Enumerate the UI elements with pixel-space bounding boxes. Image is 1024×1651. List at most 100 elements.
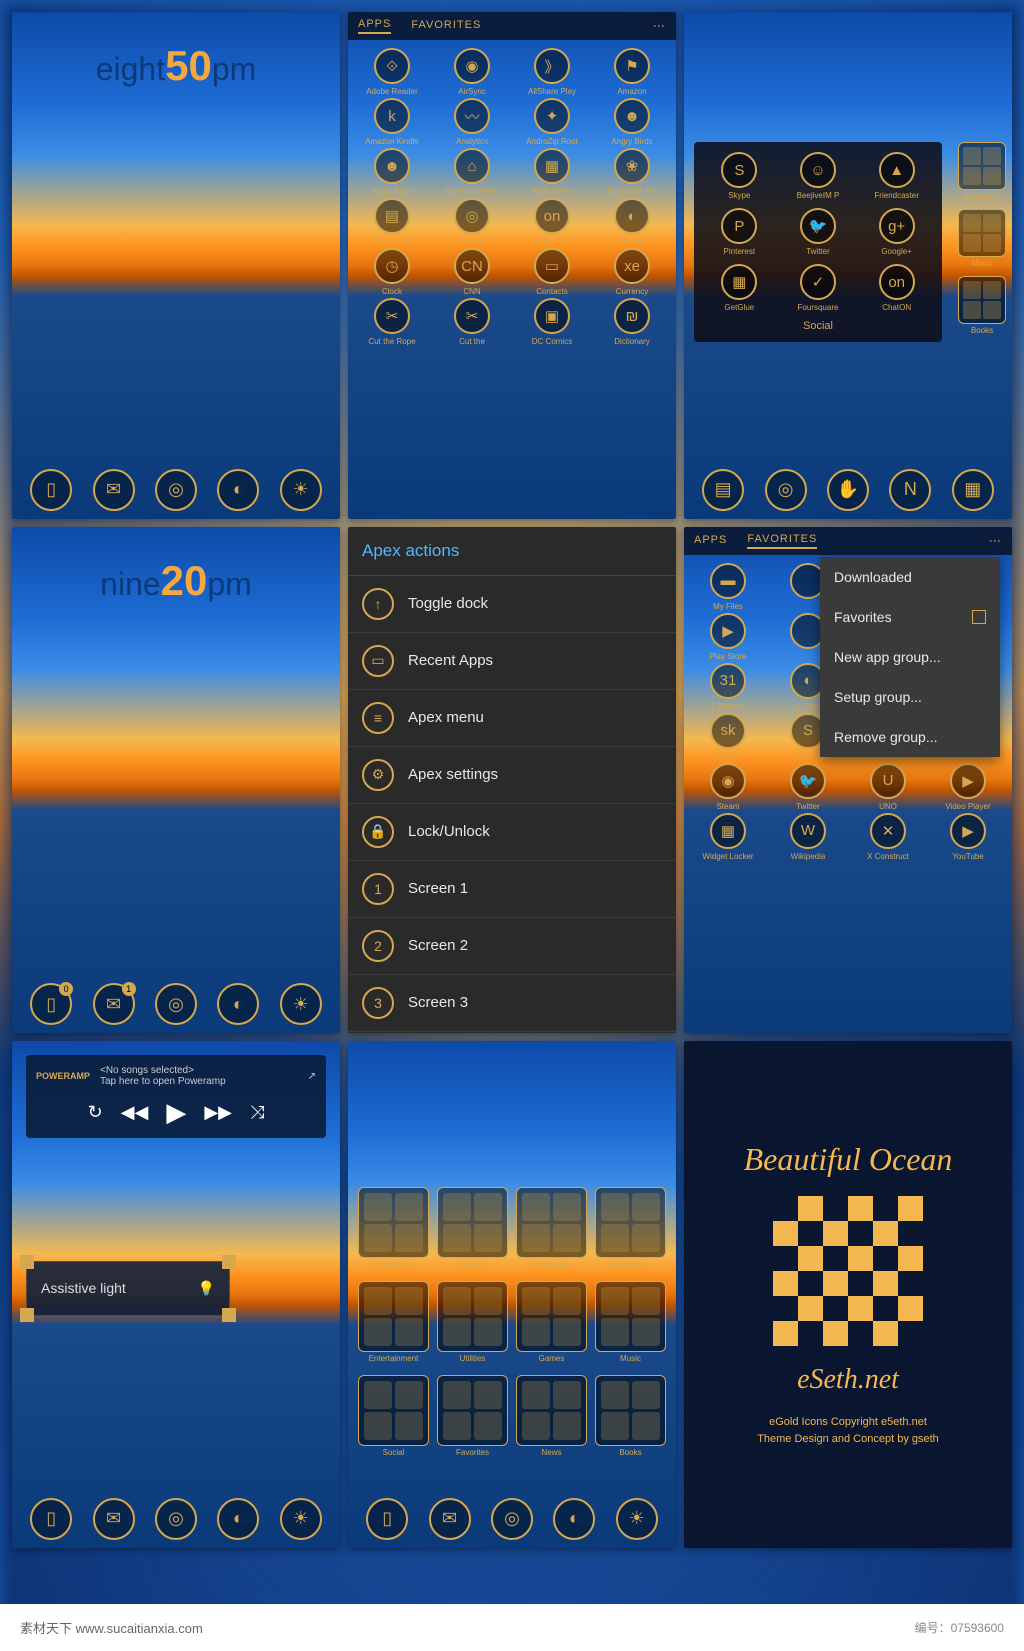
context-Downloaded[interactable]: Downloaded [820, 557, 1000, 597]
app-Dictionary[interactable]: ₪Dictionary [594, 298, 670, 346]
app-X Construct[interactable]: ✕X Construct [850, 813, 926, 861]
camera-icon[interactable]: ◎ [155, 1498, 197, 1540]
app-BBC News[interactable]: ▦BBC News [514, 148, 590, 196]
tab-apps[interactable]: APPS [358, 18, 391, 34]
app-UNO[interactable]: UUNO [850, 763, 926, 811]
menu-Recent Apps[interactable]: ▭Recent Apps [348, 633, 676, 690]
apps-icon[interactable]: ☀ [280, 1498, 322, 1540]
app-Video Player[interactable]: ▶Video Player [930, 763, 1006, 811]
expand-icon[interactable]: ↗ [308, 1071, 316, 1082]
app-Currency[interactable]: xeCurrency [594, 248, 670, 296]
context-Remove group...[interactable]: Remove group... [820, 717, 1000, 757]
note-icon[interactable]: N [889, 469, 931, 511]
menu-Toggle dock[interactable]: ↑Toggle dock [348, 576, 676, 633]
app-Camera[interactable]: ◎Camera [434, 198, 510, 246]
apps-icon[interactable]: ☀ [616, 1498, 658, 1540]
app-Google+[interactable]: g+Google+ [861, 208, 932, 256]
app-Widget Locker[interactable]: ▦Widget Locker [690, 813, 766, 861]
messages-icon[interactable]: ✉1 [93, 983, 135, 1025]
folder-Games[interactable]: Games [516, 1281, 587, 1363]
app-Foursquare[interactable]: ✓Foursquare [783, 264, 854, 312]
menu-Screen 2[interactable]: 2Screen 2 [348, 918, 676, 975]
app-AllShare Play[interactable]: 》AllShare Play [514, 48, 590, 96]
menu-Lock/Unlock[interactable]: 🔒Lock/Unlock [348, 804, 676, 861]
assistive-light-widget[interactable]: Assistive light 💡 [26, 1261, 230, 1316]
app-AndroZip Root[interactable]: ✦AndroZip Root [514, 98, 590, 146]
folder-Utilities[interactable]: Utilities [437, 1281, 508, 1363]
phone-icon[interactable]: ▯0 [30, 983, 72, 1025]
browser-icon[interactable]: ◐ [553, 1498, 595, 1540]
app-Angry Birds[interactable]: ☻Angry Birds [594, 98, 670, 146]
messages-icon[interactable]: ✉ [93, 469, 135, 511]
app-Play Store[interactable]: ▶Play Store [690, 613, 766, 661]
messages-icon[interactable]: ✉ [93, 1498, 135, 1540]
app-BeejiveIM P[interactable]: ☺BeejiveIM P [783, 152, 854, 200]
folder-Books[interactable]: Books [595, 1375, 666, 1457]
app-Twitter[interactable]: 🐦Twitter [770, 763, 846, 811]
folder-Favorites[interactable]: Favorites [437, 1375, 508, 1457]
app-BeejiveIM Pro[interactable]: ❀BeejiveIM Pro [594, 148, 670, 196]
folder-Productivity[interactable]: Productivity [358, 1187, 429, 1269]
apps-icon[interactable]: ▦ [952, 469, 994, 511]
camera-icon[interactable]: ◎ [491, 1498, 533, 1540]
app-Friendcaster[interactable]: ▲Friendcaster [861, 152, 932, 200]
context-Favorites[interactable]: Favorites [820, 597, 1000, 637]
app-Cut the[interactable]: ✂Cut the [434, 298, 510, 346]
app-Twitter[interactable]: 🐦Twitter [783, 208, 854, 256]
folder-Entertainment[interactable]: Entertainment [358, 1281, 429, 1363]
app-YouTube[interactable]: ▶YouTube [930, 813, 1006, 861]
phone-icon[interactable]: ▯ [30, 469, 72, 511]
app-Contacts[interactable]: ▭Contacts [514, 248, 590, 296]
tab-favorites[interactable]: FAVORITES [411, 19, 481, 33]
folder-Social[interactable]: Social [358, 1375, 429, 1457]
folder-Navigation[interactable]: Navigation [958, 142, 1006, 201]
overflow-menu-icon[interactable]: ⋮ [988, 535, 1002, 547]
menu-Screen 1[interactable]: 1Screen 1 [348, 861, 676, 918]
app-GetGlue[interactable]: ▦GetGlue [704, 264, 775, 312]
music-player-widget[interactable]: POWERAMP<No songs selected>Tap here to o… [26, 1055, 326, 1138]
tab-apps[interactable]: APPS [694, 534, 727, 548]
phone-icon[interactable]: ▯ [366, 1498, 408, 1540]
camera-icon[interactable]: ◎ [765, 469, 807, 511]
app-CNN[interactable]: CNCNN [434, 248, 510, 296]
app-Calculator[interactable]: ▤Calculator [354, 198, 430, 246]
menu-Screen 3[interactable]: 3Screen 3 [348, 975, 676, 1032]
clock-widget[interactable]: eight50pm [96, 42, 257, 90]
folder-Music[interactable]: Music [595, 1281, 666, 1363]
tab-favorites[interactable]: FAVORITES [747, 533, 817, 549]
browser-icon[interactable]: ◐ [217, 983, 259, 1025]
folder-Navigation[interactable]: Navigation [595, 1187, 666, 1269]
phone-icon[interactable]: ▯ [30, 1498, 72, 1540]
app-Amazon[interactable]: ⚑Amazon [594, 48, 670, 96]
calculator-icon[interactable]: ▤ [702, 469, 744, 511]
context-Setup group...[interactable]: Setup group... [820, 677, 1000, 717]
camera-icon[interactable]: ◎ [155, 469, 197, 511]
play-icon[interactable]: ▶ [166, 1097, 186, 1128]
prev-icon[interactable]: ◀◀ [121, 1102, 149, 1123]
folder-Music[interactable]: Music [958, 209, 1006, 268]
app-Chrome[interactable]: ◐Chrome [594, 198, 670, 246]
app-Wikipedia[interactable]: WWikipedia [770, 813, 846, 861]
folder-News[interactable]: News [516, 1375, 587, 1457]
menu-Screen 4[interactable]: 4Screen 4 [348, 1032, 676, 1034]
app-Clock[interactable]: ◷Clock [354, 248, 430, 296]
app-Analytics[interactable]: 〰Analytics [434, 98, 510, 146]
app-Apex Launcher[interactable]: ⌂Apex Launcher [434, 148, 510, 196]
clock-widget[interactable]: nine20pm [100, 557, 252, 605]
folder-Reference[interactable]: Reference [516, 1187, 587, 1269]
app-Angry Birds[interactable]: ☻Angry Birds [354, 148, 430, 196]
app-My Files[interactable]: ▬My Files [690, 563, 766, 611]
hand-icon[interactable]: ✋ [827, 469, 869, 511]
apps-icon[interactable]: ☀ [280, 469, 322, 511]
messages-icon[interactable]: ✉ [429, 1498, 471, 1540]
overflow-menu-icon[interactable]: ⋮ [652, 20, 666, 32]
app-ChatON[interactable]: onChatON [861, 264, 932, 312]
folder-Books[interactable]: Books [958, 276, 1006, 335]
repeat-icon[interactable]: ↻ [88, 1102, 103, 1123]
menu-Apex menu[interactable]: ≡Apex menu [348, 690, 676, 747]
browser-icon[interactable]: ◐ [217, 469, 259, 511]
camera-icon[interactable]: ◎ [155, 983, 197, 1025]
app-Adobe Reader[interactable]: ⟐Adobe Reader [354, 48, 430, 96]
context-New app group...[interactable]: New app group... [820, 637, 1000, 677]
app-S Planner[interactable]: 31S Planner [690, 663, 766, 711]
